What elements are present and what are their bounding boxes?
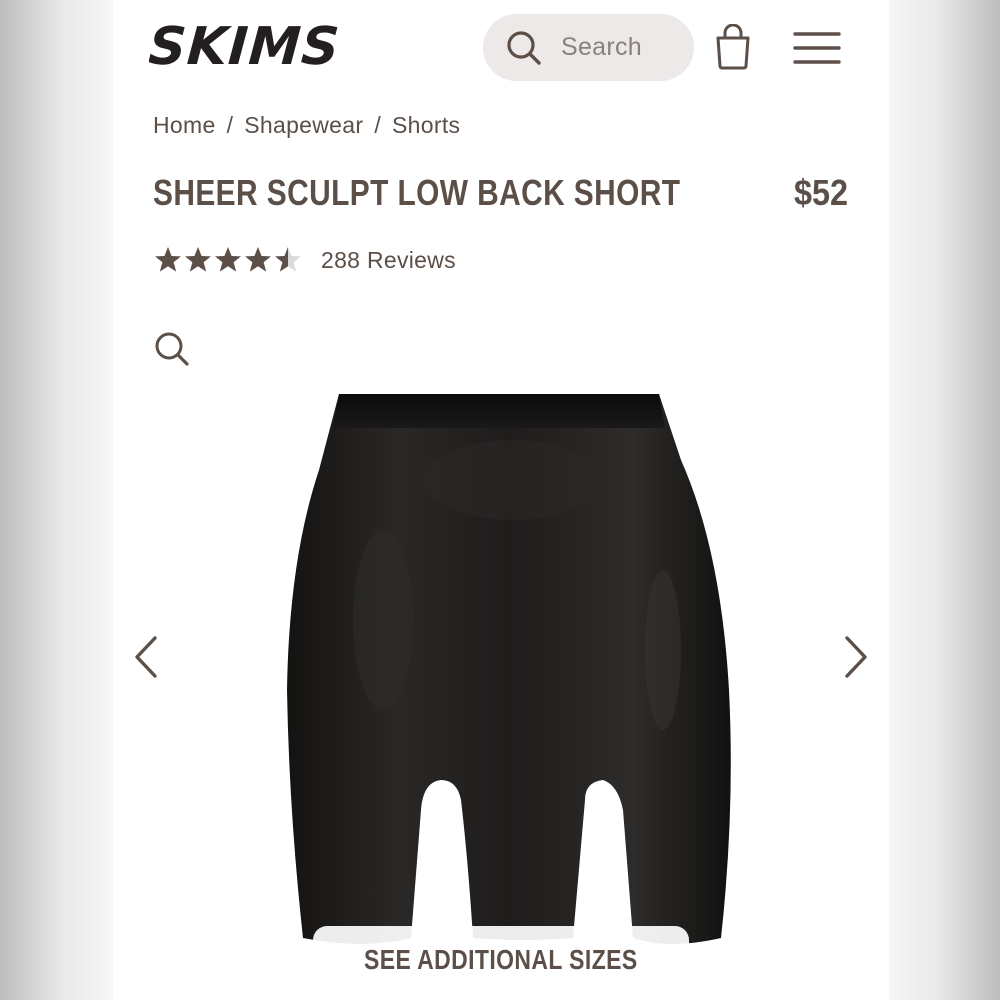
breadcrumb-shorts[interactable]: Shorts [392, 112, 460, 138]
reviews-count: 288 Reviews [321, 246, 456, 273]
product-title: SHEER SCULPT LOW BACK SHORT [153, 172, 681, 213]
search-icon [507, 30, 541, 65]
star-icon [275, 247, 301, 272]
hamburger-menu-icon[interactable] [793, 28, 841, 68]
breadcrumb-separator: / [226, 112, 234, 138]
svg-text:SKIMS: SKIMS [149, 17, 342, 72]
skims-logo-mark: SKIMS [147, 17, 342, 77]
shopping-bag-icon[interactable] [713, 24, 753, 70]
product-price: $52 [793, 172, 848, 213]
zoom-icon[interactable] [153, 330, 191, 368]
star-rating [153, 245, 303, 275]
search-placeholder: Search [561, 33, 643, 61]
chevron-left-icon[interactable] [129, 632, 163, 682]
search-input[interactable]: Search [483, 14, 694, 81]
star-icon [155, 247, 181, 272]
see-additional-sizes-button[interactable]: SEE ADDITIONAL SIZES [313, 926, 689, 1000]
product-page: SKIMS Search Home / Shapewear / Shorts SHEER… [113, 0, 889, 1000]
breadcrumb-home[interactable]: Home [153, 112, 216, 138]
product-rating[interactable]: 288 Reviews [153, 245, 456, 275]
star-icon [215, 247, 241, 272]
skims-logo[interactable]: SKIMS [147, 14, 345, 77]
product-image[interactable] [273, 390, 733, 950]
breadcrumb-shapewear[interactable]: Shapewear [244, 112, 363, 138]
chevron-right-icon[interactable] [839, 632, 873, 682]
star-icon [245, 247, 271, 272]
star-icon [185, 247, 211, 272]
see-additional-sizes-label: SEE ADDITIONAL SIZES [364, 944, 638, 975]
breadcrumb-separator: / [374, 112, 382, 138]
breadcrumb: Home / Shapewear / Shorts [153, 112, 460, 139]
